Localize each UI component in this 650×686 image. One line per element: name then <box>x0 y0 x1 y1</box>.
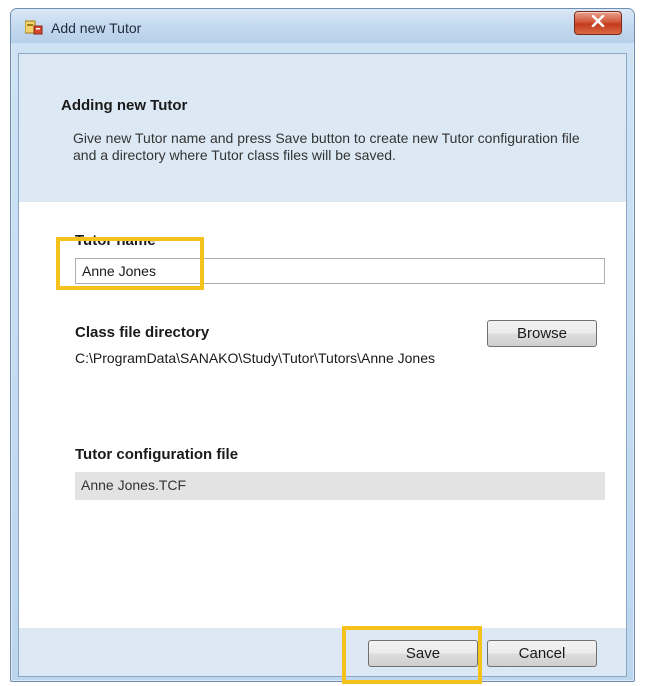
tutor-name-label: Tutor name <box>75 232 156 249</box>
close-button[interactable] <box>574 11 622 35</box>
title-bar[interactable]: Add new Tutor <box>11 9 634 43</box>
dialog-heading: Adding new Tutor <box>61 97 188 114</box>
window-title: Add new Tutor <box>51 20 142 36</box>
cancel-button[interactable]: Cancel <box>487 640 597 667</box>
class-file-directory-path: C:\ProgramData\SANAKO\Study\Tutor\Tutors… <box>75 350 436 366</box>
browse-button[interactable]: Browse <box>487 320 597 347</box>
close-icon <box>591 14 605 32</box>
class-file-directory-label: Class file directory <box>75 324 210 341</box>
footer-band: Save Cancel <box>19 628 626 676</box>
save-button[interactable]: Save <box>368 640 478 667</box>
tutor-name-input[interactable] <box>75 258 605 284</box>
dialog-client-area: Adding new Tutor Give new Tutor name and… <box>18 53 627 677</box>
app-window-icon <box>24 19 43 35</box>
header-band: Adding new Tutor Give new Tutor name and… <box>19 54 626 202</box>
dialog-window: Add new Tutor Adding new Tutor Give new … <box>10 8 635 682</box>
tutor-config-file-label: Tutor configuration file <box>75 446 239 463</box>
tutor-config-file-value: Anne Jones.TCF <box>75 472 605 500</box>
dialog-description: Give new Tutor name and press Save butto… <box>73 130 580 163</box>
